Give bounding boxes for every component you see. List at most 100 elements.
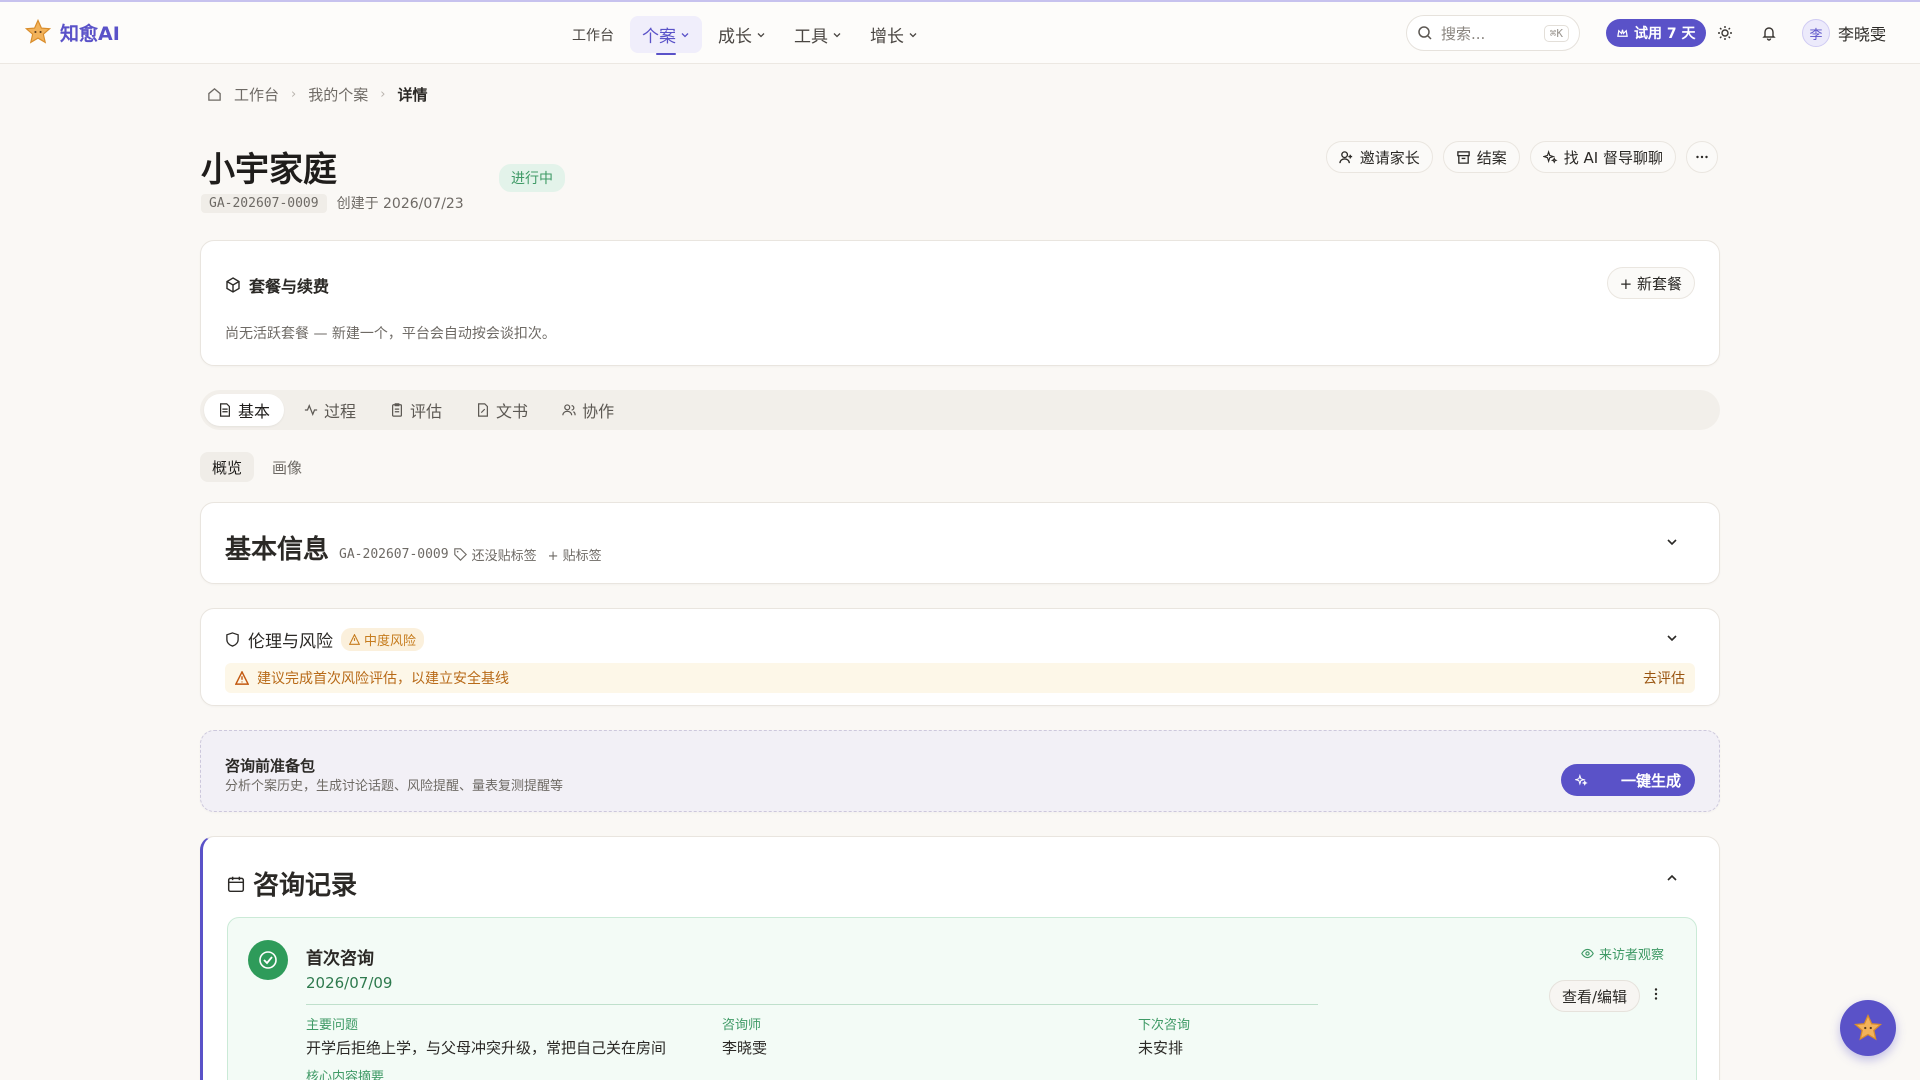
search-input[interactable]: 搜索... ⌘K: [1406, 15, 1580, 51]
nav-cases[interactable]: 个案: [630, 16, 702, 55]
theme-toggle-button[interactable]: [1714, 22, 1736, 44]
package-card: 套餐与续费 尚无活跃套餐 — 新建一个，平台会自动按会谈扣次。 + 新套餐: [200, 240, 1720, 366]
status-badge: 进行中: [499, 164, 565, 192]
tag-icon: [453, 548, 467, 561]
sparkle-icon: [1575, 773, 1588, 786]
archive-icon: [1456, 150, 1470, 164]
prep-pack-card: 咨询前准备包 分析个案历史，生成讨论话题、风险提醒、量表复测提醒等 一键生成: [200, 730, 1720, 812]
package-header: 套餐与续费: [225, 273, 329, 297]
eye-icon: [1581, 948, 1594, 959]
ai-supervisor-button[interactable]: 找 AI 督导聊聊: [1529, 141, 1676, 173]
search-icon: [1418, 26, 1432, 40]
chevron-down-icon[interactable]: [1665, 535, 1679, 549]
more-actions-button[interactable]: [1686, 141, 1718, 173]
sparkle-icon: [1542, 149, 1558, 164]
field-main-issue: 主要问题 开学后拒绝上学，与父母冲突升级，常把自己关在房间: [306, 1018, 667, 1057]
invite-parent-button[interactable]: 邀请家长: [1325, 141, 1433, 173]
case-actions: 邀请家长 结案 找 AI 督导聊聊: [1325, 141, 1718, 173]
chevron-down-icon: [909, 32, 917, 37]
check-circle-icon: [248, 940, 288, 980]
tab-collaboration[interactable]: 协作: [548, 394, 628, 426]
crown-icon: [1617, 28, 1628, 37]
trial-badge-button[interactable]: 试用 7 天: [1606, 19, 1706, 47]
tab-documents[interactable]: 文书: [462, 394, 542, 426]
field-counselor: 咨询师 李晓雯: [722, 1018, 768, 1057]
breadcrumb-current: 详情: [397, 86, 428, 104]
session-records-card: 咨询记录 首次咨询 2026/07/09 来访者观察 查看/编辑 主要问题 开学…: [200, 836, 1720, 1080]
subtab-profile[interactable]: 画像: [260, 452, 314, 482]
records-header: 咨询记录: [227, 865, 357, 902]
observer-link[interactable]: 来访者观察: [1581, 944, 1664, 963]
nav-growth[interactable]: 成长: [706, 16, 778, 53]
chevron-right-icon: ›: [291, 87, 297, 102]
chevron-up-icon[interactable]: [1665, 871, 1679, 885]
basic-info-header: 基本信息 GA-202607-0009 还没贴标签 + 贴标签: [225, 529, 602, 566]
notifications-button[interactable]: [1758, 22, 1780, 44]
brand-logo[interactable]: 知愈AI: [24, 18, 120, 46]
field-next-session: 下次咨询 未安排: [1138, 1018, 1191, 1057]
package-desc: 尚无活跃套餐 — 新建一个，平台会自动按会谈扣次。: [225, 326, 556, 342]
users-icon: [562, 404, 576, 416]
file-icon: [220, 403, 230, 417]
home-icon: [208, 88, 221, 101]
nav-workbench[interactable]: 工作台: [560, 19, 626, 51]
close-case-button[interactable]: 结案: [1442, 141, 1520, 173]
prep-desc: 分析个案历史，生成讨论话题、风险提醒、量表复测提醒等: [225, 779, 564, 794]
user-name: 李晓雯: [1838, 25, 1887, 44]
case-meta: GA-202607-0009 创建于 2026/07/23: [201, 193, 464, 213]
ethics-risk-card: 伦理与风险 中度风险 建议完成首次风险评估，以建立安全基线 去评估: [200, 608, 1720, 706]
risk-warning-text: 建议完成首次风险评估，以建立安全基线: [257, 671, 509, 687]
session-title: 首次咨询: [306, 949, 374, 969]
core-summary-label: 核心内容摘要: [306, 1070, 385, 1080]
calendar-icon: [227, 876, 245, 892]
prep-title: 咨询前准备包: [225, 757, 316, 775]
chevron-right-icon: ›: [380, 87, 386, 102]
view-edit-button[interactable]: 查看/编辑: [1548, 980, 1640, 1012]
add-tag-button[interactable]: + 贴标签: [548, 545, 602, 564]
chevron-down-icon: [681, 32, 689, 37]
subtab-overview[interactable]: 概览: [200, 452, 255, 482]
main-nav: 工作台 个案 成长 工具 增长: [560, 16, 930, 55]
chevron-down-icon[interactable]: [1665, 631, 1679, 645]
nav-tools[interactable]: 工具: [782, 16, 854, 53]
nav-growth-marketing[interactable]: 增长: [858, 16, 930, 53]
clipboard-icon: [392, 403, 403, 417]
assistant-fab-button[interactable]: [1840, 1000, 1896, 1056]
session-item: 首次咨询 2026/07/09 来访者观察 查看/编辑 主要问题 开学后拒绝上学…: [227, 917, 1697, 1080]
basic-info-code: GA-202607-0009: [339, 547, 449, 562]
avatar: 李: [1802, 19, 1830, 47]
tab-assessment[interactable]: 评估: [376, 394, 456, 426]
search-shortcut: ⌘K: [1543, 24, 1569, 42]
basic-info-card[interactable]: 基本信息 GA-202607-0009 还没贴标签 + 贴标签: [200, 502, 1720, 584]
more-horizontal-icon: [1696, 155, 1708, 159]
go-assess-link[interactable]: 去评估: [1643, 668, 1685, 688]
chevron-down-icon: [833, 32, 841, 37]
risk-badge: 中度风险: [341, 628, 425, 651]
records-title: 咨询记录: [253, 871, 358, 901]
breadcrumb-my-cases[interactable]: 我的个案: [308, 84, 368, 105]
sun-icon: [1718, 26, 1732, 40]
session-date: 2026/07/09: [306, 974, 393, 992]
user-menu[interactable]: 李 李晓雯: [1802, 19, 1886, 47]
generate-button[interactable]: 一键生成: [1561, 764, 1695, 796]
breadcrumb: 工作台 › 我的个案 › 详情: [207, 84, 427, 105]
bell-icon: [1762, 27, 1776, 41]
case-code: GA-202607-0009: [201, 193, 327, 213]
shield-icon: [226, 632, 239, 647]
tab-process[interactable]: 过程: [290, 394, 370, 426]
new-package-button[interactable]: + 新套餐: [1606, 267, 1695, 299]
document-sign-icon: [478, 403, 489, 417]
more-vertical-icon[interactable]: [1648, 986, 1664, 1002]
warning-icon: [349, 634, 360, 645]
risk-warning-bar: 建议完成首次风险评估，以建立安全基线 去评估: [225, 663, 1695, 693]
tab-basic[interactable]: 基本: [204, 394, 285, 426]
package-icon: [226, 277, 240, 293]
brand-name: 知愈AI: [60, 22, 120, 45]
activity-icon: [304, 403, 318, 417]
warning-icon: [235, 671, 249, 685]
breadcrumb-workbench[interactable]: 工作台: [234, 84, 279, 105]
divider: [306, 1004, 1318, 1005]
page-title: 小宇家庭: [201, 150, 337, 190]
case-created: 创建于 2026/07/23: [336, 196, 464, 212]
app-header: 知愈AI 工作台 个案 成长 工具 增长 搜索... ⌘K 试用 7 天 李 李…: [0, 2, 1920, 64]
